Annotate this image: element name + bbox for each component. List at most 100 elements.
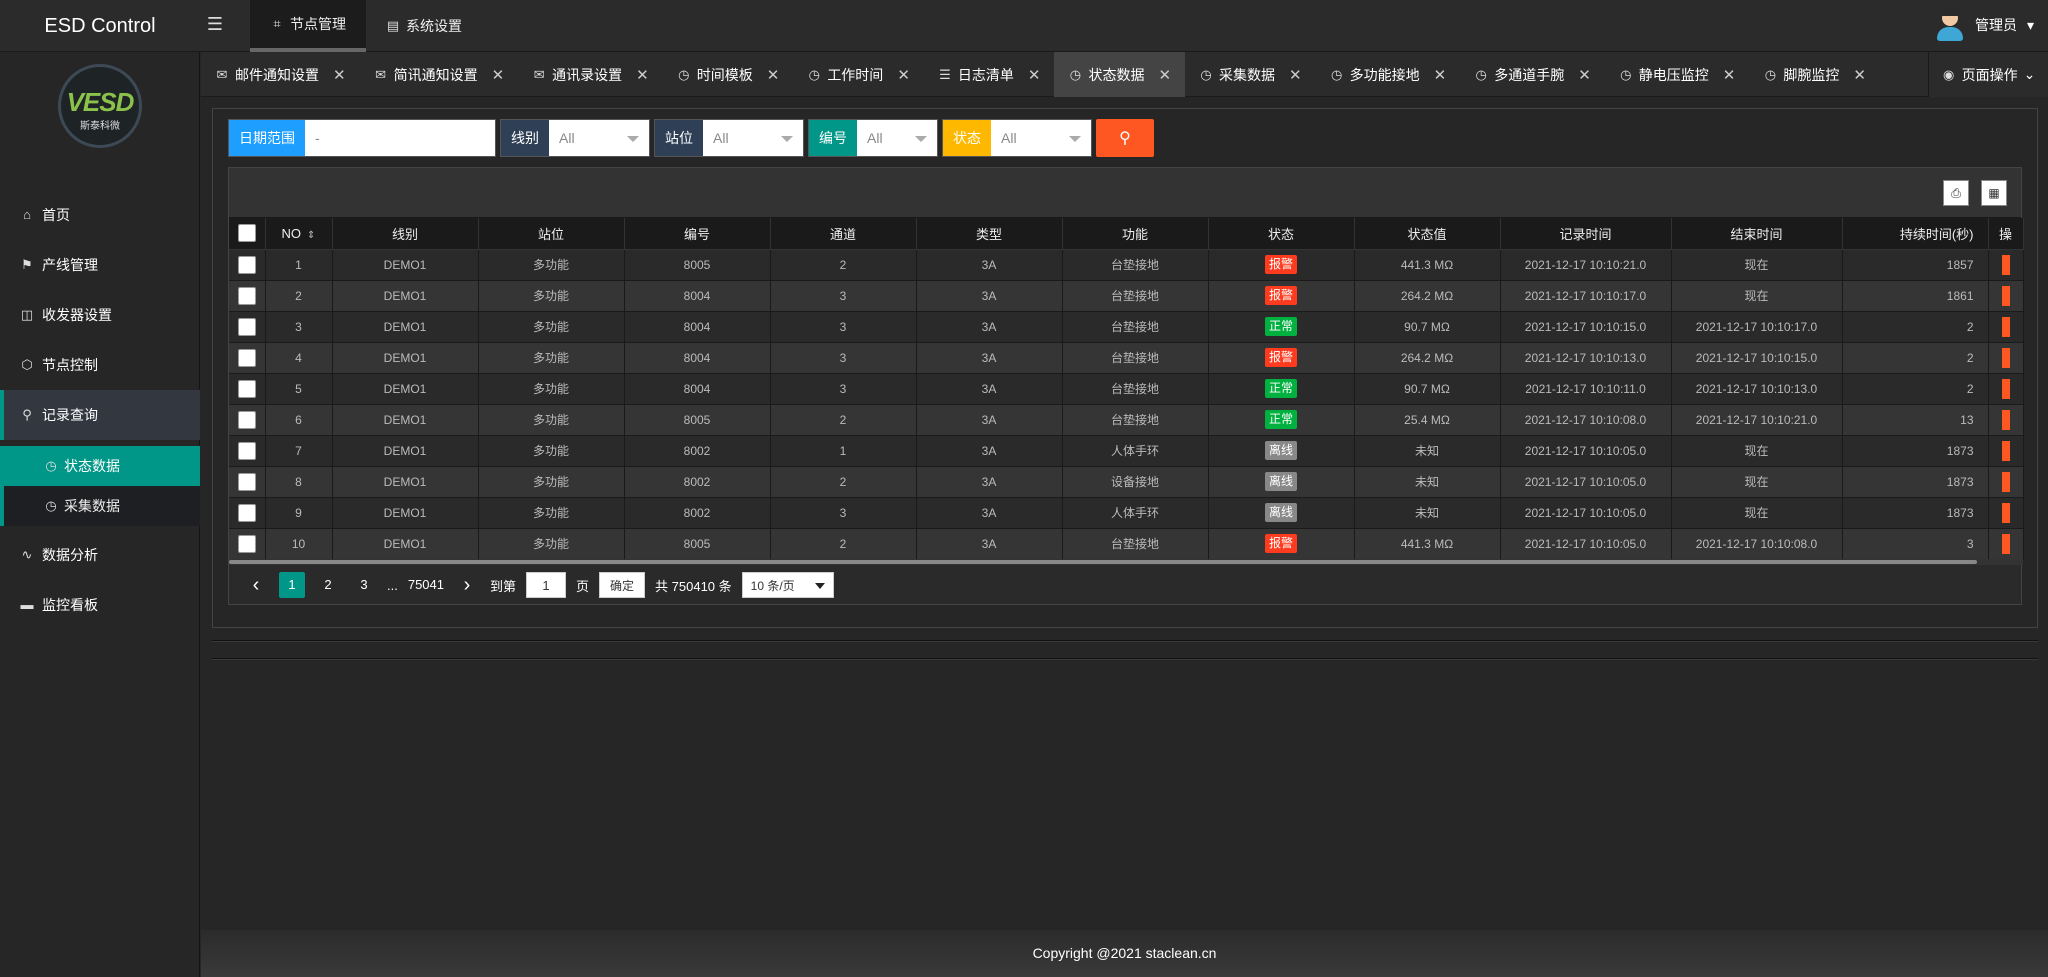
- status-cell: 报警: [1208, 280, 1355, 312]
- page-button-last[interactable]: 75041: [408, 572, 444, 598]
- tab-time-template[interactable]: ◷ 时间模板 ✕: [663, 52, 794, 97]
- close-icon[interactable]: ✕: [492, 66, 505, 84]
- row-action-button[interactable]: [2001, 502, 2010, 523]
- close-icon[interactable]: ✕: [1158, 66, 1171, 84]
- row-checkbox[interactable]: [237, 348, 256, 367]
- page-size-select[interactable]: 10 条/页: [741, 572, 834, 598]
- page-button-1[interactable]: 1: [279, 572, 305, 598]
- row-checkbox[interactable]: [237, 534, 256, 553]
- row-checkbox[interactable]: [237, 317, 256, 336]
- page-button-2[interactable]: 2: [315, 572, 341, 598]
- row-action-button[interactable]: [2001, 440, 2010, 461]
- row-action-button[interactable]: [2001, 254, 2010, 275]
- sidebar-item-line-management[interactable]: ⚑ 产线管理: [0, 240, 200, 290]
- sort-icon[interactable]: ⇕: [307, 230, 315, 241]
- row-checkbox[interactable]: [237, 255, 256, 274]
- menu-fold-icon[interactable]: ☰: [205, 14, 225, 36]
- table-row[interactable]: 3 DEMO1 多功能 8004 3 3A 台垫接地 正常 90.7 MΩ 2021-12-17 …: [229, 311, 2024, 343]
- station-filter: 站位 All: [654, 119, 804, 157]
- data-table-container: ⎙ ▦ NO ⇕ 线别 站位 编号 通道 类型 功能 状态 状态值 记录时间 结…: [228, 167, 2024, 605]
- tab-contacts[interactable]: ✉ 通讯录设置 ✕: [518, 52, 663, 97]
- tab-static-voltage[interactable]: ◷ 静电压监控 ✕: [1605, 52, 1750, 97]
- sidebar-item-transceiver[interactable]: ◫ 收发器设置: [0, 290, 200, 340]
- tab-multi-ground[interactable]: ◷ 多功能接地 ✕: [1316, 52, 1461, 97]
- top-nav-system-settings[interactable]: ▤ 系统设置: [366, 0, 482, 52]
- user-menu[interactable]: 管理员 ▾: [1935, 8, 2034, 42]
- close-icon[interactable]: ✕: [767, 66, 780, 84]
- table-row[interactable]: 8 DEMO1 多功能 8002 2 3A 设备接地 离线 未知 2021-12-17 10:10…: [229, 466, 2024, 498]
- table-cell: 2021-12-17 10:10:05.0: [1500, 435, 1672, 467]
- row-checkbox[interactable]: [237, 503, 256, 522]
- row-action-button[interactable]: [2001, 471, 2010, 492]
- close-icon[interactable]: ✕: [1723, 66, 1736, 84]
- row-action-button[interactable]: [2001, 378, 2010, 399]
- export-icon[interactable]: ▦: [1981, 180, 2007, 206]
- close-icon[interactable]: ✕: [636, 66, 649, 84]
- row-action-button[interactable]: [2001, 533, 2010, 554]
- close-icon[interactable]: ✕: [1578, 66, 1591, 84]
- table-row[interactable]: 6 DEMO1 多功能 8005 2 3A 台垫接地 正常 25.4 MΩ 2021-12-17 …: [229, 404, 2024, 436]
- print-icon[interactable]: ⎙: [1943, 180, 1969, 206]
- table-row[interactable]: 7 DEMO1 多功能 8002 1 3A 人体手环 离线 未知 2021-12-17 10:10…: [229, 435, 2024, 467]
- close-icon[interactable]: ✕: [1028, 66, 1041, 84]
- table-row[interactable]: 10 DEMO1 多功能 8005 2 3A 台垫接地 报警 441.3 MΩ 2021-12-1…: [229, 528, 2024, 560]
- pulse-icon: ∿: [21, 547, 33, 562]
- tab-status-data[interactable]: ◷ 状态数据 ✕: [1054, 52, 1186, 97]
- table-row[interactable]: 5 DEMO1 多功能 8004 3 3A 台垫接地 正常 90.7 MΩ 2021-12-17 …: [229, 373, 2024, 405]
- horizontal-scrollbar[interactable]: [229, 559, 2023, 565]
- tab-collect-data[interactable]: ◷ 采集数据 ✕: [1185, 52, 1316, 97]
- line-select[interactable]: All: [549, 120, 649, 156]
- sidebar-subitem-collect-data[interactable]: ◷ 采集数据: [0, 486, 200, 526]
- sidebar-item-record-query[interactable]: ⚲ 记录查询: [0, 390, 200, 440]
- row-checkbox[interactable]: [237, 441, 256, 460]
- prev-page-button[interactable]: ‹: [243, 572, 269, 598]
- row-checkbox[interactable]: [237, 410, 256, 429]
- table-cell: 台垫接地: [1062, 311, 1209, 343]
- row-action-button[interactable]: [2001, 316, 2010, 337]
- close-icon[interactable]: ✕: [1434, 66, 1447, 84]
- row-action-button[interactable]: [2001, 347, 2010, 368]
- table-row[interactable]: 2 DEMO1 多功能 8004 3 3A 台垫接地 报警 264.2 MΩ 2021-12-17…: [229, 280, 2024, 312]
- date-range-input[interactable]: -: [305, 120, 495, 156]
- close-icon[interactable]: ✕: [1853, 66, 1866, 84]
- close-icon[interactable]: ✕: [333, 66, 346, 84]
- tab-log-list[interactable]: ☰ 日志清单 ✕: [924, 52, 1055, 97]
- close-icon[interactable]: ✕: [897, 66, 910, 84]
- row-action-button[interactable]: [2001, 285, 2010, 306]
- next-page-button[interactable]: ›: [454, 572, 480, 598]
- code-select[interactable]: All: [857, 120, 937, 156]
- page-button-3[interactable]: 3: [351, 572, 377, 598]
- clock-icon: ◷: [45, 498, 57, 513]
- select-all-checkbox[interactable]: [237, 224, 256, 243]
- row-checkbox[interactable]: [237, 286, 256, 305]
- table-cell: 现在: [1671, 280, 1843, 312]
- row-action-button[interactable]: [2001, 409, 2010, 430]
- table-row[interactable]: 4 DEMO1 多功能 8004 3 3A 台垫接地 报警 264.2 MΩ 2021-12-17…: [229, 342, 2024, 374]
- status-select[interactable]: All: [991, 120, 1091, 156]
- page-operations-dropdown[interactable]: ◉ 页面操作 ⌄: [1928, 52, 2048, 97]
- table-row[interactable]: 9 DEMO1 多功能 8002 3 3A 人体手环 离线 未知 2021-12-17 10:10…: [229, 497, 2024, 529]
- sidebar-subitem-status-data[interactable]: ◷ 状态数据: [0, 446, 200, 486]
- station-select[interactable]: All: [703, 120, 803, 156]
- row-checkbox[interactable]: [237, 472, 256, 491]
- sidebar-item-home[interactable]: ⌂ 首页: [0, 190, 200, 240]
- row-checkbox[interactable]: [237, 379, 256, 398]
- sidebar-item-node-control[interactable]: ⬡ 节点控制: [0, 340, 200, 390]
- tab-mail-notify[interactable]: ✉ 邮件通知设置 ✕: [201, 52, 360, 97]
- goto-page-input[interactable]: 1: [526, 572, 567, 598]
- tab-sms-notify[interactable]: ✉ 简讯通知设置 ✕: [360, 52, 519, 97]
- tab-work-time[interactable]: ◷ 工作时间 ✕: [793, 52, 924, 97]
- top-nav-node-management[interactable]: ⌗ 节点管理: [250, 0, 366, 52]
- sidebar-item-data-analysis[interactable]: ∿ 数据分析: [0, 530, 200, 580]
- close-icon[interactable]: ✕: [1289, 66, 1302, 84]
- table-row[interactable]: 1 DEMO1 多功能 8005 2 3A 台垫接地 报警 441.3 MΩ 2021-12-17…: [229, 249, 2024, 281]
- search-button[interactable]: ⚲: [1096, 119, 1154, 157]
- column-header-no[interactable]: NO ⇕: [265, 218, 333, 250]
- flag-icon: ⚑: [21, 257, 33, 272]
- scrollbar-thumb[interactable]: [229, 560, 1977, 564]
- tab-ankle-monitor[interactable]: ◷ 脚腕监控 ✕: [1749, 52, 1880, 97]
- table-cell: 1873: [1842, 466, 1989, 498]
- sidebar-item-monitor-board[interactable]: ▬ 监控看板: [0, 580, 200, 630]
- tab-multi-channel-wrist[interactable]: ◷ 多通道手腕 ✕: [1460, 52, 1605, 97]
- goto-confirm-button[interactable]: 确定: [599, 572, 646, 598]
